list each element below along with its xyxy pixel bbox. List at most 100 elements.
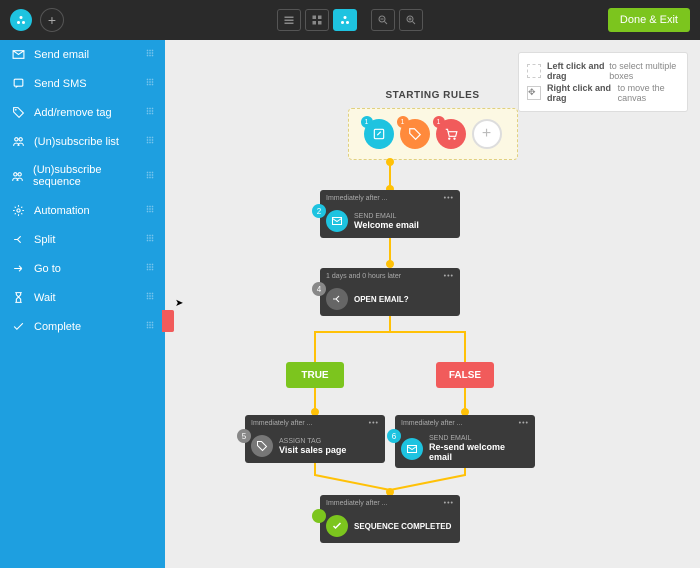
sidebar-item-label: Wait	[34, 292, 56, 304]
sidebar-item-goto[interactable]: Go to	[0, 254, 165, 283]
node-title: Visit sales page	[279, 445, 346, 455]
grip-icon	[145, 170, 155, 183]
condition-true[interactable]: TRUE	[286, 362, 344, 388]
hint-label: Left click and drag	[547, 61, 606, 81]
node-number: 5	[237, 429, 251, 443]
sequence-icon	[10, 170, 25, 183]
tag-icon	[251, 435, 273, 457]
node-menu-icon[interactable]: •••	[519, 420, 529, 427]
node-header: Immediately after ...	[326, 500, 387, 507]
grip-icon	[145, 320, 155, 333]
node-resend-email[interactable]: 6 Immediately after ...••• SEND EMAILRe-…	[395, 415, 535, 468]
hints-panel: Left click and dragto select multiple bo…	[518, 52, 688, 112]
sidebar-item-send-sms[interactable]: Send SMS	[0, 69, 165, 98]
node-complete[interactable]: Immediately after ... ••• SEQUENCE COMPLE…	[320, 495, 460, 543]
sidebar-item-label: Complete	[34, 321, 81, 333]
node-title: SEQUENCE COMPLETED	[354, 522, 451, 531]
grip-icon	[145, 233, 155, 246]
sidebar-item-label: Send email	[34, 49, 89, 61]
node-menu-icon[interactable]: •••	[444, 500, 454, 507]
node-menu-icon[interactable]: •••	[444, 195, 454, 202]
sidebar-item-label: (Un)subscribe list	[34, 136, 119, 148]
grip-icon	[145, 135, 155, 148]
node-header: Immediately after ...	[326, 195, 387, 202]
starting-rules-box[interactable]: 1 1 1	[348, 108, 518, 160]
node-type: SEND EMAIL	[429, 435, 529, 442]
sidebar-collapse-tab[interactable]	[162, 310, 174, 332]
topbar: + Done & Exit	[0, 0, 700, 40]
node-header: Immediately after ...	[251, 420, 312, 427]
node-type: ASSIGN TAG	[279, 438, 346, 445]
split-icon	[10, 233, 26, 246]
complete-icon	[10, 320, 26, 333]
hint-sub: to move the canvas	[618, 83, 679, 103]
list-icon	[10, 135, 26, 148]
connector-dot	[386, 260, 394, 268]
split-icon	[326, 288, 348, 310]
node-condition[interactable]: 4 1 days and 0 hours later••• OPEN EMAIL…	[320, 268, 460, 316]
start-rule-3[interactable]: 1	[436, 119, 466, 149]
connector-dot	[386, 158, 394, 166]
start-rule-2[interactable]: 1	[400, 119, 430, 149]
email-icon	[326, 210, 348, 232]
grip-icon	[145, 204, 155, 217]
sidebar-item-label: Go to	[34, 263, 61, 275]
sidebar: Send email Send SMS Add/remove tag (Un)s…	[0, 40, 165, 568]
canvas[interactable]: ➤ STARTING RULES 1 1 1 2 Immediately aft…	[165, 40, 700, 568]
node-number: 4	[312, 282, 326, 296]
start-rule-add[interactable]	[472, 119, 502, 149]
email-icon	[401, 438, 423, 460]
done-exit-button[interactable]: Done & Exit	[608, 8, 690, 32]
sidebar-item-label: Split	[34, 234, 55, 246]
grip-icon	[145, 291, 155, 304]
zoom-out-button[interactable]	[371, 9, 395, 31]
sidebar-item-label: Send SMS	[34, 78, 87, 90]
select-icon	[527, 64, 541, 78]
node-title: OPEN EMAIL?	[354, 295, 409, 304]
node-number: 6	[387, 429, 401, 443]
node-number: 2	[312, 204, 326, 218]
node-number	[312, 509, 326, 523]
starting-rules-label: STARTING RULES	[385, 90, 479, 101]
grip-icon	[145, 106, 155, 119]
sidebar-item-automation[interactable]: Automation	[0, 196, 165, 225]
node-menu-icon[interactable]: •••	[369, 420, 379, 427]
sidebar-item-complete[interactable]: Complete	[0, 312, 165, 341]
node-type: SEND EMAIL	[354, 213, 419, 220]
grip-icon	[145, 48, 155, 61]
goto-icon	[10, 262, 26, 275]
cursor-icon: ➤	[175, 298, 183, 309]
condition-false[interactable]: FALSE	[436, 362, 494, 388]
node-title: Welcome email	[354, 220, 419, 230]
node-assign-tag[interactable]: 5 Immediately after ...••• ASSIGN TAGVis…	[245, 415, 385, 463]
email-icon	[10, 48, 26, 61]
node-header: Immediately after ...	[401, 420, 462, 427]
check-icon	[326, 515, 348, 537]
sidebar-item-label: Add/remove tag	[34, 107, 112, 119]
wait-icon	[10, 291, 26, 304]
sidebar-item-tag[interactable]: Add/remove tag	[0, 98, 165, 127]
logo-icon	[10, 9, 32, 31]
node-header: 1 days and 0 hours later	[326, 273, 401, 280]
sidebar-item-list[interactable]: (Un)subscribe list	[0, 127, 165, 156]
start-rule-1[interactable]: 1	[364, 119, 394, 149]
sidebar-item-label: Automation	[34, 205, 90, 217]
sidebar-item-wait[interactable]: Wait	[0, 283, 165, 312]
grip-icon	[145, 262, 155, 275]
add-button[interactable]: +	[40, 8, 64, 32]
node-send-email[interactable]: 2 Immediately after ...••• SEND EMAILWel…	[320, 190, 460, 238]
zoom-in-button[interactable]	[399, 9, 423, 31]
view-flow-button[interactable]	[333, 9, 357, 31]
tag-icon	[10, 106, 26, 119]
sidebar-item-sequence[interactable]: (Un)subscribe sequence	[0, 156, 165, 196]
automation-icon	[10, 204, 26, 217]
move-icon: ✥	[527, 86, 541, 100]
hint-label: Right click and drag	[547, 83, 615, 103]
sidebar-item-label: (Un)subscribe sequence	[33, 164, 145, 188]
sidebar-item-send-email[interactable]: Send email	[0, 40, 165, 69]
sms-icon	[10, 77, 26, 90]
node-menu-icon[interactable]: •••	[444, 273, 454, 280]
view-list-button[interactable]	[277, 9, 301, 31]
sidebar-item-split[interactable]: Split	[0, 225, 165, 254]
view-grid-button[interactable]	[305, 9, 329, 31]
